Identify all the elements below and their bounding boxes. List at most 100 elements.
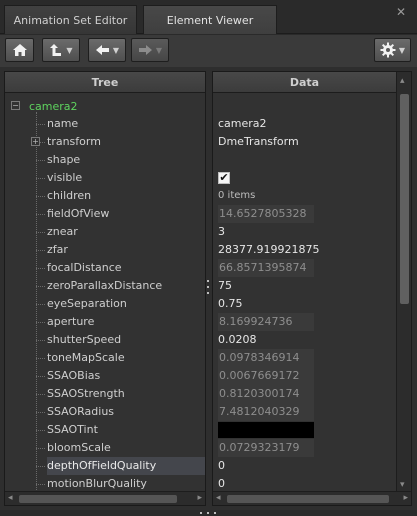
data-value-field[interactable]: 0.8120300174	[218, 385, 314, 403]
data-column-header[interactable]: Data	[213, 72, 396, 93]
data-value-field[interactable]: 8.169924736	[218, 313, 314, 331]
tree-branch-line	[36, 448, 45, 449]
tree-item[interactable]: toneMapScale	[47, 349, 125, 367]
forward-arrow-icon	[138, 45, 152, 55]
tab-label: Animation Set Editor	[13, 13, 128, 27]
tree-item[interactable]: focalDistance	[47, 259, 122, 277]
data-value: 0 items	[218, 190, 256, 201]
tab-element-viewer[interactable]: Element Viewer	[143, 5, 277, 34]
back-button[interactable]: ▼	[88, 38, 126, 62]
home-button[interactable]	[5, 38, 34, 62]
tree-branch-line	[36, 466, 45, 467]
color-swatch[interactable]	[218, 422, 314, 438]
tree-item[interactable]: znear	[47, 223, 78, 241]
scrollbar-thumb[interactable]	[227, 495, 389, 503]
tree-item[interactable]: bloomScale	[47, 439, 111, 457]
data-panel: Data camera2 DmeTransform ✔ 0 items 14.65278…	[212, 71, 412, 506]
tree-guide-line	[36, 112, 37, 498]
tree-branch-line	[36, 160, 45, 161]
chevron-down-icon[interactable]: ▼	[66, 46, 72, 55]
settings-button[interactable]: ▼	[374, 38, 411, 62]
tree-branch-line	[36, 430, 45, 431]
tree-branch-line	[36, 412, 45, 413]
scroll-up-icon[interactable]: ▴	[400, 76, 405, 86]
forward-button[interactable]: ▼	[131, 38, 169, 62]
tree-branch-line	[36, 178, 45, 179]
data-value[interactable]: camera2	[218, 115, 267, 133]
tree-panel: Tree − camera2 name + transform shape visibl…	[4, 71, 206, 506]
data-value-field[interactable]: 14.6527805328	[218, 205, 314, 223]
data-value-field[interactable]: 0.0978346914	[218, 349, 314, 367]
scrollbar-thumb[interactable]	[19, 495, 177, 503]
chevron-down-icon[interactable]: ▼	[156, 46, 162, 55]
tree-branch-line	[36, 232, 45, 233]
data-value[interactable]: 0.75	[218, 295, 243, 313]
tree-item[interactable]: shutterSpeed	[47, 331, 121, 349]
tree-branch-line	[36, 250, 45, 251]
up-button[interactable]: ▼	[42, 38, 80, 62]
tree-item[interactable]: SSAOStrength	[47, 385, 125, 403]
tree-item[interactable]: SSAOBias	[47, 367, 100, 385]
tree-column-header[interactable]: Tree	[5, 72, 205, 93]
tab-animation-set-editor[interactable]: Animation Set Editor	[4, 5, 137, 34]
tree-horizontal-scrollbar[interactable]: ◂ ▸	[5, 491, 205, 505]
panel-area: Tree − camera2 name + transform shape visibl…	[0, 67, 417, 510]
chevron-down-icon[interactable]: ▼	[113, 46, 119, 55]
data-value[interactable]: 3	[218, 223, 225, 241]
scroll-left-icon[interactable]: ◂	[8, 493, 13, 503]
resize-grip[interactable]	[200, 510, 216, 516]
scroll-right-icon[interactable]: ▸	[197, 493, 202, 503]
tree-item[interactable]: SSAORadius	[47, 403, 114, 421]
data-value[interactable]: 0	[218, 457, 225, 475]
tree-item[interactable]: shape	[47, 151, 80, 169]
data-value-field[interactable]: 7.4812040329	[218, 403, 314, 421]
home-icon	[12, 44, 27, 56]
tree-item[interactable]: children	[47, 187, 91, 205]
data-value[interactable]: 28377.919921875	[218, 241, 319, 259]
data-value[interactable]: 75	[218, 277, 232, 295]
tree-item[interactable]: transform	[47, 133, 101, 151]
tree-branch-line	[36, 268, 45, 269]
tree-branch-line	[36, 286, 45, 287]
tree-branch-line	[36, 394, 45, 395]
toolbar: ▼ ▼ ▼ ▼	[0, 35, 417, 67]
data-value[interactable]: 0.0208	[218, 331, 257, 349]
data-horizontal-scrollbar[interactable]: ◂ ▸	[213, 491, 411, 505]
tree-branch-line	[36, 322, 45, 323]
tab-bar: Animation Set Editor Element Viewer ✕	[0, 0, 417, 34]
tree-item[interactable]: zfar	[47, 241, 68, 259]
collapse-icon[interactable]: −	[11, 101, 20, 110]
tree-item[interactable]: SSAOTint	[47, 421, 98, 439]
scroll-right-icon[interactable]: ▸	[403, 493, 408, 503]
scrollbar-thumb[interactable]	[400, 94, 409, 304]
tree-item[interactable]: depthOfFieldQuality	[47, 457, 205, 475]
tree-branch-line	[36, 304, 45, 305]
close-icon[interactable]: ✕	[395, 6, 407, 18]
tree-branch-line	[36, 376, 45, 377]
tree-item[interactable]: fieldOfView	[47, 205, 109, 223]
tree-branch-line	[36, 124, 45, 125]
tree-branch-line	[36, 214, 45, 215]
chevron-down-icon[interactable]: ▼	[399, 46, 405, 55]
tree-item[interactable]: aperture	[47, 313, 94, 331]
scroll-down-icon[interactable]: ▾	[400, 480, 405, 490]
tree-item[interactable]: zeroParallaxDistance	[47, 277, 162, 295]
data-value-field[interactable]: 66.8571395874	[218, 259, 314, 277]
tab-label: Element Viewer	[166, 13, 254, 27]
tree-branch-line	[36, 196, 45, 197]
data-vertical-scrollbar[interactable]: ▴ ▾	[396, 72, 411, 492]
scroll-left-icon[interactable]: ◂	[216, 493, 221, 503]
tree-item[interactable]: name	[47, 115, 78, 133]
data-value-field[interactable]: 0.0729323179	[218, 439, 314, 457]
expand-icon[interactable]: +	[31, 137, 40, 146]
tree-item[interactable]: eyeSeparation	[47, 295, 127, 313]
data-value[interactable]: DmeTransform	[218, 133, 299, 151]
back-arrow-icon	[95, 45, 109, 55]
data-value-field[interactable]: 0.0067669172	[218, 367, 314, 385]
visible-checkbox[interactable]: ✔	[218, 172, 230, 184]
up-arrow-icon	[50, 44, 62, 56]
tree-branch-line	[36, 358, 45, 359]
tree-item[interactable]: visible	[47, 169, 82, 187]
splitter-grip[interactable]	[207, 280, 210, 294]
gear-icon	[380, 42, 396, 58]
